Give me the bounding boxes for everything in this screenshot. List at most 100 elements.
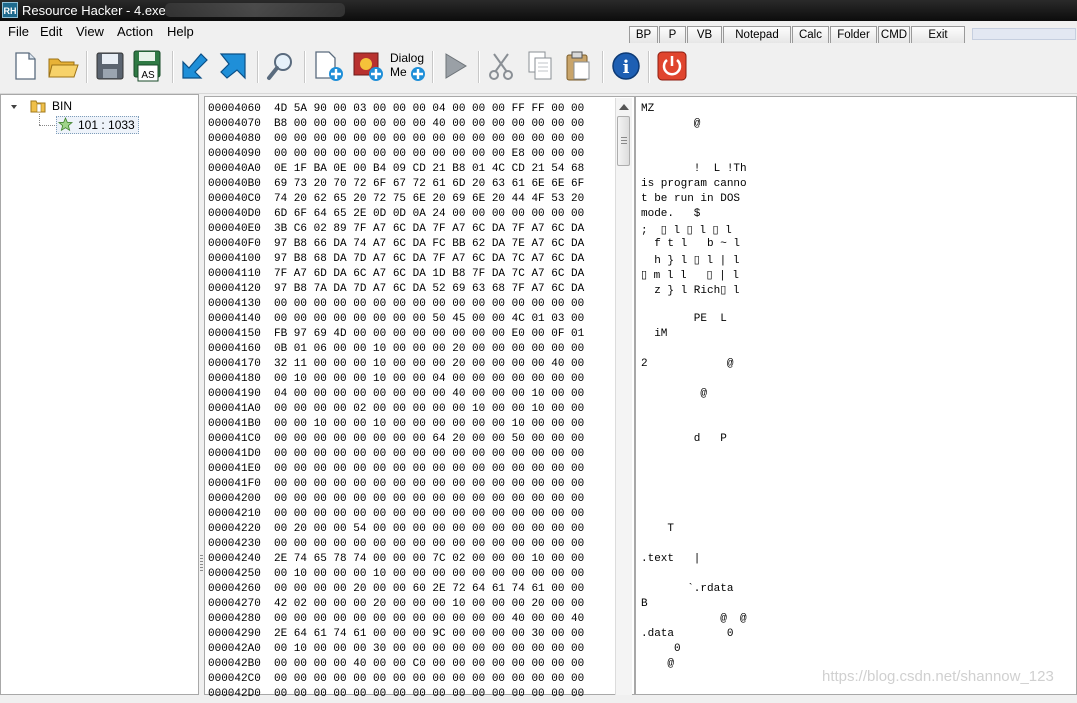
- quick-folder-button[interactable]: Folder: [830, 26, 877, 44]
- power-icon[interactable]: [654, 48, 690, 84]
- hex-bytes[interactable]: 00 10 00 00 00 30 00 00 00 00 00 00 00 0…: [274, 643, 608, 655]
- collapse-icon[interactable]: [10, 103, 18, 111]
- dialog-menu-icon[interactable]: Dialog Me: [388, 48, 428, 84]
- hex-bytes[interactable]: 00 10 00 00 00 10 00 00 00 00 00 00 00 0…: [274, 568, 608, 580]
- hex-bytes[interactable]: 97 B8 7A DA 7D A7 6C DA 52 69 63 68 7F A…: [274, 283, 608, 295]
- hex-bytes[interactable]: 2E 74 65 78 74 00 00 00 7C 02 00 00 00 1…: [274, 553, 608, 565]
- hex-bytes[interactable]: 42 02 00 00 00 20 00 00 00 10 00 00 00 2…: [274, 598, 608, 610]
- ascii-row[interactable]: f t l b ~ l: [641, 238, 740, 253]
- hex-bytes[interactable]: 0E 1F BA 0E 00 B4 09 CD 21 B8 01 4C CD 2…: [274, 163, 608, 175]
- hex-bytes[interactable]: 00 00 00 00 00 00 00 00 00 00 00 00 00 0…: [274, 448, 608, 460]
- tree-node-bin[interactable]: BIN: [52, 99, 72, 113]
- quick-calc-button[interactable]: Calc: [792, 26, 829, 44]
- quick-bp-button[interactable]: BP: [629, 26, 658, 44]
- info-icon[interactable]: i: [608, 48, 644, 84]
- hex-bytes[interactable]: 00 00 00 00 00 00 00 00 00 00 00 00 00 0…: [274, 673, 608, 685]
- quick-vb-button[interactable]: VB: [687, 26, 722, 44]
- add-image-icon[interactable]: [350, 48, 386, 84]
- save-icon[interactable]: [92, 48, 128, 84]
- ascii-row[interactable]: is program canno: [641, 178, 747, 193]
- add-resource-icon[interactable]: [310, 48, 346, 84]
- ascii-row[interactable]: @: [641, 118, 701, 133]
- ascii-row[interactable]: iM: [641, 328, 667, 343]
- hex-bytes[interactable]: 6D 6F 64 65 2E 0D 0D 0A 24 00 00 00 00 0…: [274, 208, 608, 220]
- find-icon[interactable]: [262, 48, 298, 84]
- hex-bytes[interactable]: 97 B8 68 DA 7D A7 6C DA 7F A7 6C DA 7C A…: [274, 253, 608, 265]
- hex-bytes[interactable]: 00 00 00 00 00 00 00 00 00 00 00 00 00 0…: [274, 508, 608, 520]
- ascii-row[interactable]: 2 @: [641, 358, 733, 373]
- splitter-grip[interactable]: [200, 555, 203, 571]
- menu-file[interactable]: File: [8, 24, 29, 39]
- ascii-row[interactable]: @: [641, 658, 674, 673]
- hex-bytes[interactable]: B8 00 00 00 00 00 00 00 40 00 00 00 00 0…: [274, 118, 608, 130]
- quick-cmd-button[interactable]: CMD: [878, 26, 910, 44]
- ascii-row[interactable]: @ @: [641, 613, 746, 628]
- ascii-row[interactable]: mode. $: [641, 208, 700, 223]
- goto-icon[interactable]: [215, 48, 251, 84]
- hex-bytes[interactable]: 00 10 00 00 00 10 00 00 04 00 00 00 00 0…: [274, 373, 608, 385]
- menu-action[interactable]: Action: [117, 24, 153, 39]
- menu-view[interactable]: View: [76, 24, 104, 39]
- new-file-icon[interactable]: [7, 48, 43, 84]
- compile-icon[interactable]: [177, 48, 213, 84]
- hex-bytes[interactable]: 00 00 00 00 00 00 00 00 00 00 00 00 40 0…: [274, 613, 608, 625]
- ascii-row[interactable]: `.rdata: [641, 583, 733, 598]
- hex-bytes[interactable]: 32 11 00 00 00 10 00 00 00 20 00 00 00 0…: [274, 358, 608, 370]
- hex-bytes[interactable]: 00 00 00 00 02 00 00 00 00 00 10 00 00 1…: [274, 403, 608, 415]
- hex-bytes[interactable]: 00 00 00 00 00 00 00 00 00 00 00 00 00 0…: [274, 133, 608, 145]
- ascii-row[interactable]: @: [641, 388, 707, 403]
- ascii-row[interactable]: d P: [641, 433, 727, 448]
- open-folder-icon[interactable]: [45, 48, 81, 84]
- hex-bytes[interactable]: 00 00 00 00 00 00 00 00 00 00 00 00 00 0…: [274, 298, 608, 310]
- hex-bytes[interactable]: 00 00 00 00 00 00 00 00 00 00 00 00 E8 0…: [274, 148, 608, 160]
- menu-edit[interactable]: Edit: [40, 24, 62, 39]
- ascii-row[interactable]: t be run in DOS: [641, 193, 740, 208]
- hex-bytes[interactable]: 00 00 00 00 40 00 00 C0 00 00 00 00 00 0…: [274, 658, 608, 670]
- scroll-thumb[interactable]: [617, 116, 630, 166]
- hex-bytes[interactable]: 00 00 00 00 20 00 00 60 2E 72 64 61 74 6…: [274, 583, 608, 595]
- hex-bytes[interactable]: FB 97 69 4D 00 00 00 00 00 00 00 00 E0 0…: [274, 328, 608, 340]
- hex-bytes[interactable]: 4D 5A 90 00 03 00 00 00 04 00 00 00 FF F…: [274, 103, 608, 115]
- quick-exit-button[interactable]: Exit: [911, 26, 965, 44]
- save-as-icon[interactable]: AS: [130, 48, 166, 84]
- ascii-row[interactable]: ▯ m l l ▯ | l: [641, 268, 739, 283]
- ascii-row[interactable]: PE L: [641, 313, 727, 328]
- paste-icon[interactable]: [560, 48, 596, 84]
- hex-bytes[interactable]: 00 00 00 00 00 00 00 00 00 00 00 00 00 0…: [274, 538, 608, 550]
- hex-bytes[interactable]: 0B 01 06 00 00 10 00 00 00 20 00 00 00 0…: [274, 343, 608, 355]
- play-icon[interactable]: [437, 48, 473, 84]
- ascii-row[interactable]: 0: [641, 643, 681, 658]
- hex-bytes[interactable]: 00 00 00 00 00 00 00 00 00 00 00 00 00 0…: [274, 478, 608, 490]
- copy-icon[interactable]: [522, 48, 558, 84]
- vertical-scrollbar[interactable]: [615, 98, 632, 695]
- hex-bytes[interactable]: 04 00 00 00 00 00 00 00 00 40 00 00 00 1…: [274, 388, 608, 400]
- ascii-row[interactable]: .data 0: [641, 628, 733, 643]
- hex-bytes[interactable]: 00 20 00 00 54 00 00 00 00 00 00 00 00 0…: [274, 523, 608, 535]
- hex-bytes[interactable]: 00 00 00 00 00 00 00 00 00 00 00 00 00 0…: [274, 463, 608, 475]
- ascii-row[interactable]: ; ▯ l ▯ l ▯ l: [641, 223, 732, 238]
- hex-bytes[interactable]: 3B C6 02 89 7F A7 6C DA 7F A7 6C DA 7F A…: [274, 223, 608, 235]
- menu-help[interactable]: Help: [167, 24, 194, 39]
- ascii-row[interactable]: T: [641, 523, 674, 538]
- hex-bytes[interactable]: 2E 64 61 74 61 00 00 00 9C 00 00 00 00 3…: [274, 628, 608, 640]
- ascii-row[interactable]: ! L !Th: [641, 163, 747, 178]
- hex-bytes[interactable]: 7F A7 6D DA 6C A7 6C DA 1D B8 7F DA 7C A…: [274, 268, 608, 280]
- hex-bytes[interactable]: 00 00 10 00 00 10 00 00 00 00 00 00 10 0…: [274, 418, 608, 430]
- ascii-row[interactable]: z } l Rich▯ l: [641, 283, 739, 298]
- scroll-up-icon[interactable]: [619, 104, 629, 110]
- hex-bytes[interactable]: 00 00 00 00 00 00 00 00 50 45 00 00 4C 0…: [274, 313, 608, 325]
- quick-p-button[interactable]: P: [659, 26, 686, 44]
- hex-bytes[interactable]: 00 00 00 00 00 00 00 00 00 00 00 00 00 0…: [274, 688, 608, 700]
- cut-icon[interactable]: [483, 48, 519, 84]
- hex-bytes[interactable]: 00 00 00 00 00 00 00 00 64 20 00 00 50 0…: [274, 433, 608, 445]
- hex-bytes[interactable]: 00 00 00 00 00 00 00 00 00 00 00 00 00 0…: [274, 493, 608, 505]
- quick-notepad-button[interactable]: Notepad: [723, 26, 791, 44]
- ascii-row[interactable]: h } l ▯ l | l: [641, 253, 739, 268]
- ascii-row[interactable]: .text |: [641, 553, 700, 568]
- ascii-row[interactable]: MZ: [641, 103, 654, 118]
- ascii-row[interactable]: B: [641, 598, 648, 613]
- hex-bytes[interactable]: 74 20 62 65 20 72 75 6E 20 69 6E 20 44 4…: [274, 193, 608, 205]
- hex-bytes[interactable]: 97 B8 66 DA 74 A7 6C DA FC BB 62 DA 7E A…: [274, 238, 608, 250]
- resource-tree[interactable]: [0, 94, 199, 695]
- hex-bytes[interactable]: 69 73 20 70 72 6F 67 72 61 6D 20 63 61 6…: [274, 178, 608, 190]
